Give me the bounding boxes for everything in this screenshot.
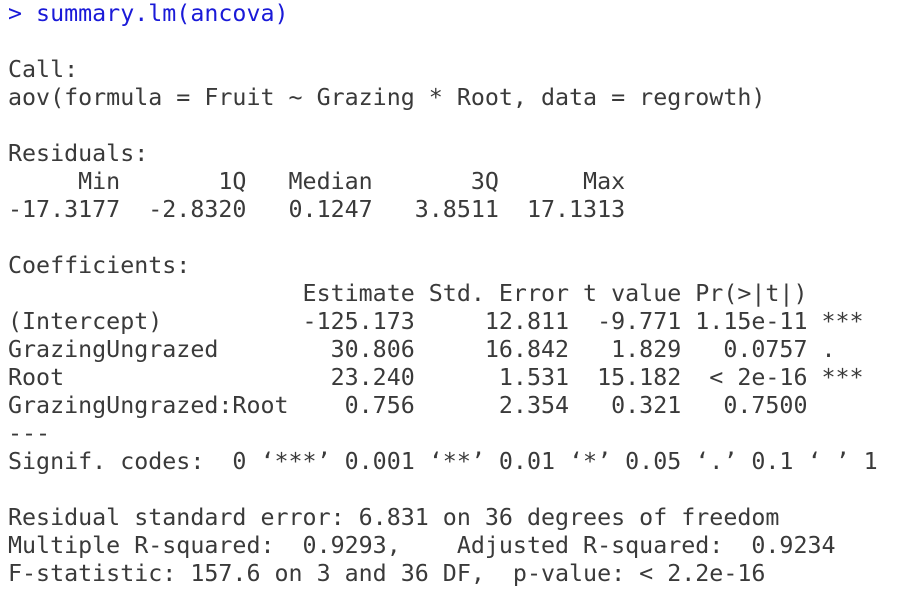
coefficient-row-root: Root 23.240 1.531 15.182 < 2e-16 ***	[8, 364, 864, 391]
call-formula: aov(formula = Fruit ~ Grazing * Root, da…	[8, 84, 766, 111]
coefficient-row-grazing: GrazingUngrazed 30.806 16.842 1.829 0.07…	[8, 336, 864, 363]
r-squared-line: Multiple R-squared: 0.9293, Adjusted R-s…	[8, 532, 850, 560]
r-console-output: > summary.lm(ancova) Call: aov(formula =…	[0, 0, 920, 608]
residual-standard-error-line: Residual standard error: 6.831 on 36 deg…	[8, 504, 780, 531]
coefficient-row-intercept: (Intercept) -125.173 12.811 -9.771 1.15e…	[8, 308, 864, 335]
residuals-header: Min 1Q Median 3Q Max	[8, 168, 640, 195]
r-squared-text: Multiple R-squared: 0.9293, Adjusted R-s…	[8, 532, 850, 559]
call-label: Call:	[8, 56, 79, 83]
residuals-values: -17.3177 -2.8320 0.1247 3.8511 17.1313	[8, 196, 640, 223]
signif-codes-line: Signif. codes: 0 ‘***’ 0.001 ‘**’ 0.01 ‘…	[8, 448, 878, 475]
coefficients-label: Coefficients:	[8, 252, 191, 279]
residuals-label: Residuals:	[8, 140, 149, 167]
coefficient-row-interaction: GrazingUngrazed:Root 0.756 2.354 0.321 0…	[8, 392, 864, 419]
command-prompt-line[interactable]: > summary.lm(ancova)	[8, 0, 289, 28]
separator-line: ---	[8, 420, 51, 447]
f-statistic-line: F-statistic: 157.6 on 3 and 36 DF, p-val…	[8, 560, 766, 587]
coefficients-header: Estimate Std. Error t value Pr(>|t|)	[8, 280, 864, 307]
